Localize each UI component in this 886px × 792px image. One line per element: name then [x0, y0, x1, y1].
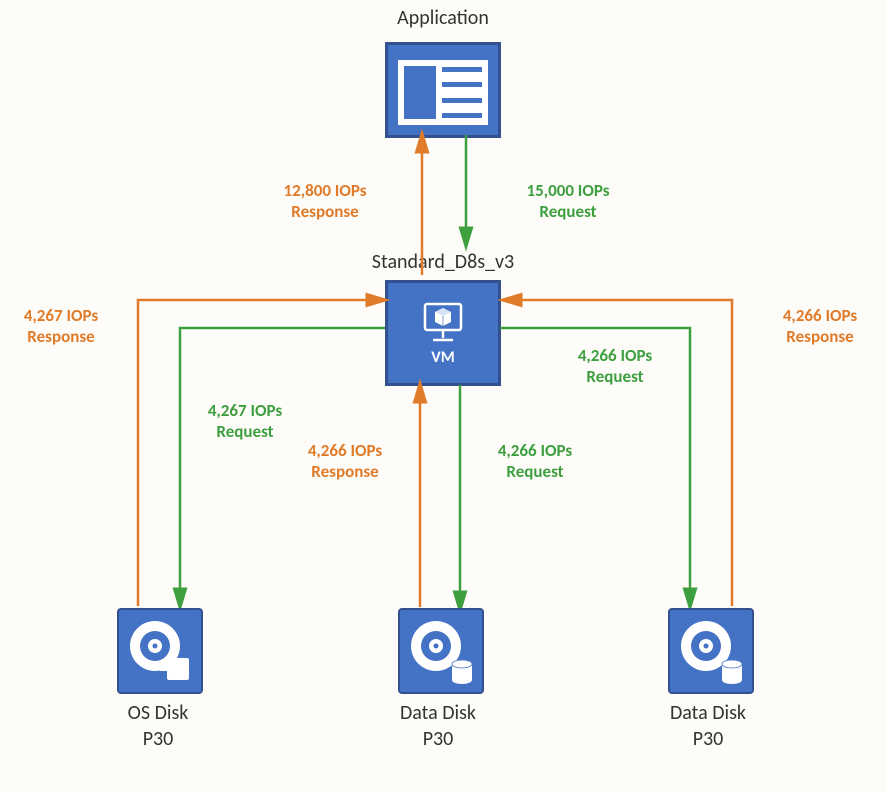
data2-line2: P30 — [693, 727, 724, 751]
os-response-value: 4,267 IOPs — [24, 305, 98, 326]
label-app-request: 15,000 IOPs Request — [508, 180, 628, 223]
os-disk-line1: OS Disk — [128, 701, 189, 725]
data2-request-value: 4,266 IOPs — [578, 345, 652, 366]
data-disk-1-label: Data Disk P30 — [378, 700, 498, 752]
application-icon — [385, 42, 501, 138]
app-response-type: Response — [291, 201, 358, 222]
data2-line1: Data Disk — [670, 701, 746, 725]
data1-line2: P30 — [423, 727, 454, 751]
data1-response-type: Response — [311, 461, 378, 482]
label-data2-request: 4,266 IOPs Request — [560, 345, 670, 388]
data2-response-type: Response — [786, 326, 853, 347]
vm-icon: VM — [385, 280, 501, 386]
data1-response-value: 4,266 IOPs — [308, 440, 382, 461]
arrow-data1-response — [410, 385, 430, 610]
data-disk-1-icon — [398, 608, 484, 694]
app-request-value: 15,000 IOPs — [527, 180, 610, 201]
os-request-value: 4,267 IOPs — [208, 400, 282, 421]
data2-response-value: 4,266 IOPs — [783, 305, 857, 326]
os-disk-icon — [117, 608, 203, 694]
vm-title: Standard_D8s_v3 — [0, 250, 886, 274]
app-response-value: 12,800 IOPs — [284, 180, 367, 201]
os-response-type: Response — [27, 326, 94, 347]
data1-line1: Data Disk — [400, 701, 476, 725]
os-request-type: Request — [216, 421, 273, 442]
vm-label: VM — [431, 348, 454, 367]
data-disk-2-label: Data Disk P30 — [648, 700, 768, 752]
arrow-data1-request — [450, 385, 470, 610]
label-os-response: 4,267 IOPs Response — [6, 305, 116, 348]
arrow-data2-response — [500, 290, 750, 610]
app-request-type: Request — [539, 201, 596, 222]
arrow-app-response — [412, 135, 432, 275]
application-title: Application — [0, 6, 886, 30]
label-data2-response: 4,266 IOPs Response — [760, 305, 880, 348]
label-data1-response: 4,266 IOPs Response — [290, 440, 400, 483]
vm-monitor-icon — [421, 300, 465, 344]
label-app-response: 12,800 IOPs Response — [265, 180, 385, 223]
data-disk-2-icon — [668, 608, 754, 694]
os-disk-line2: P30 — [143, 727, 174, 751]
label-os-request: 4,267 IOPs Request — [190, 400, 300, 443]
data2-request-type: Request — [586, 366, 643, 387]
os-disk-label: OS Disk P30 — [98, 700, 218, 752]
arrow-app-request — [456, 135, 476, 245]
